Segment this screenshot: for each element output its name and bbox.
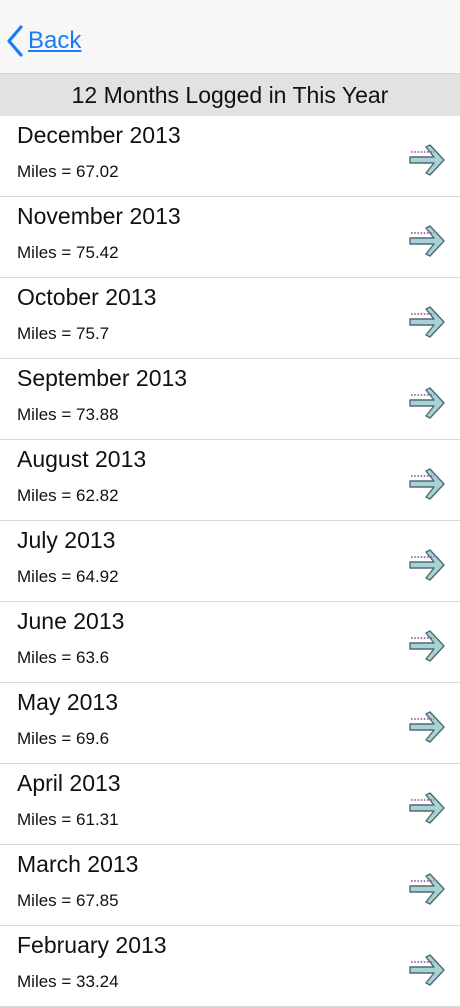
- arrow-right-icon[interactable]: [408, 869, 446, 909]
- miles-value: Miles = 75.7: [17, 324, 110, 343]
- back-button[interactable]: Back: [6, 22, 81, 60]
- month-title: May 2013: [17, 689, 119, 715]
- arrow-right-icon[interactable]: [408, 464, 446, 504]
- arrow-right-icon[interactable]: [408, 302, 446, 342]
- month-title: November 2013: [17, 203, 181, 229]
- arrow-right-icon[interactable]: [408, 383, 446, 423]
- chevron-left-icon: [7, 25, 23, 57]
- section-title: 12 Months Logged in This Year: [71, 81, 389, 108]
- month-title: March 2013: [17, 851, 139, 877]
- arrow-right-icon[interactable]: [408, 788, 446, 828]
- miles-value: Miles = 69.6: [17, 729, 110, 748]
- list-item[interactable]: June 2013 Miles = 63.6: [0, 602, 460, 683]
- list-item[interactable]: February 2013 Miles = 33.24: [0, 926, 460, 1007]
- month-title: June 2013: [17, 608, 125, 634]
- list-item[interactable]: December 2013 Miles = 67.02: [0, 116, 460, 197]
- list-item[interactable]: November 2013 Miles = 75.42: [0, 197, 460, 278]
- list-item[interactable]: May 2013 Miles = 69.6: [0, 683, 460, 764]
- list-item[interactable]: July 2013 Miles = 64.92: [0, 521, 460, 602]
- month-title: September 2013: [17, 365, 188, 391]
- miles-value: Miles = 33.24: [17, 972, 119, 991]
- month-title: February 2013: [17, 932, 167, 958]
- miles-value: Miles = 61.31: [17, 810, 119, 829]
- arrow-right-icon[interactable]: [408, 950, 446, 990]
- miles-value: Miles = 63.6: [17, 648, 110, 667]
- miles-value: Miles = 67.85: [17, 891, 119, 910]
- list-item[interactable]: March 2013 Miles = 67.85: [0, 845, 460, 926]
- month-title: July 2013: [17, 527, 116, 553]
- miles-value: Miles = 73.88: [17, 405, 119, 424]
- list-item[interactable]: September 2013 Miles = 73.88: [0, 359, 460, 440]
- month-title: October 2013: [17, 284, 157, 310]
- arrow-right-icon[interactable]: [408, 707, 446, 747]
- miles-value: Miles = 75.42: [17, 243, 119, 262]
- arrow-right-icon[interactable]: [408, 140, 446, 180]
- back-label: Back: [28, 27, 82, 54]
- month-list: December 2013 Miles = 67.02 November 2013 M…: [0, 116, 460, 1007]
- list-item[interactable]: April 2013 Miles = 61.31: [0, 764, 460, 845]
- miles-value: Miles = 67.02: [17, 162, 119, 181]
- month-title: August 2013: [17, 446, 147, 472]
- arrow-right-icon[interactable]: [408, 626, 446, 666]
- month-title: April 2013: [17, 770, 121, 796]
- arrow-right-icon[interactable]: [408, 221, 446, 261]
- arrow-right-icon[interactable]: [408, 545, 446, 585]
- miles-value: Miles = 64.92: [17, 567, 119, 586]
- navigation-bar: Back: [0, 0, 460, 74]
- month-title: December 2013: [17, 122, 181, 148]
- section-header: 12 Months Logged in This Year: [0, 74, 460, 116]
- list-item[interactable]: August 2013 Miles = 62.82: [0, 440, 460, 521]
- list-item[interactable]: October 2013 Miles = 75.7: [0, 278, 460, 359]
- miles-value: Miles = 62.82: [17, 486, 119, 505]
